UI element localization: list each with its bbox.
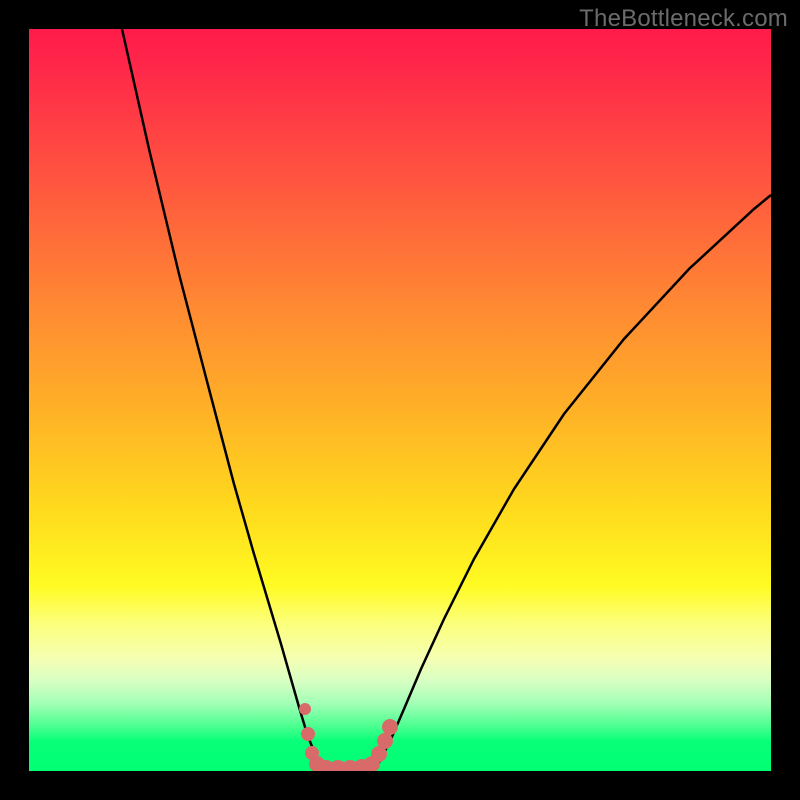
bottom-marker-cluster: [299, 703, 398, 771]
marker-dot: [299, 703, 311, 715]
marker-dot: [377, 733, 393, 749]
curve-left-branch: [122, 29, 324, 771]
bottleneck-curve-svg: [29, 29, 771, 771]
curve-right-branch: [374, 195, 771, 771]
marker-dot: [301, 727, 315, 741]
gradient-plot-area: [29, 29, 771, 771]
marker-dot: [382, 719, 398, 735]
